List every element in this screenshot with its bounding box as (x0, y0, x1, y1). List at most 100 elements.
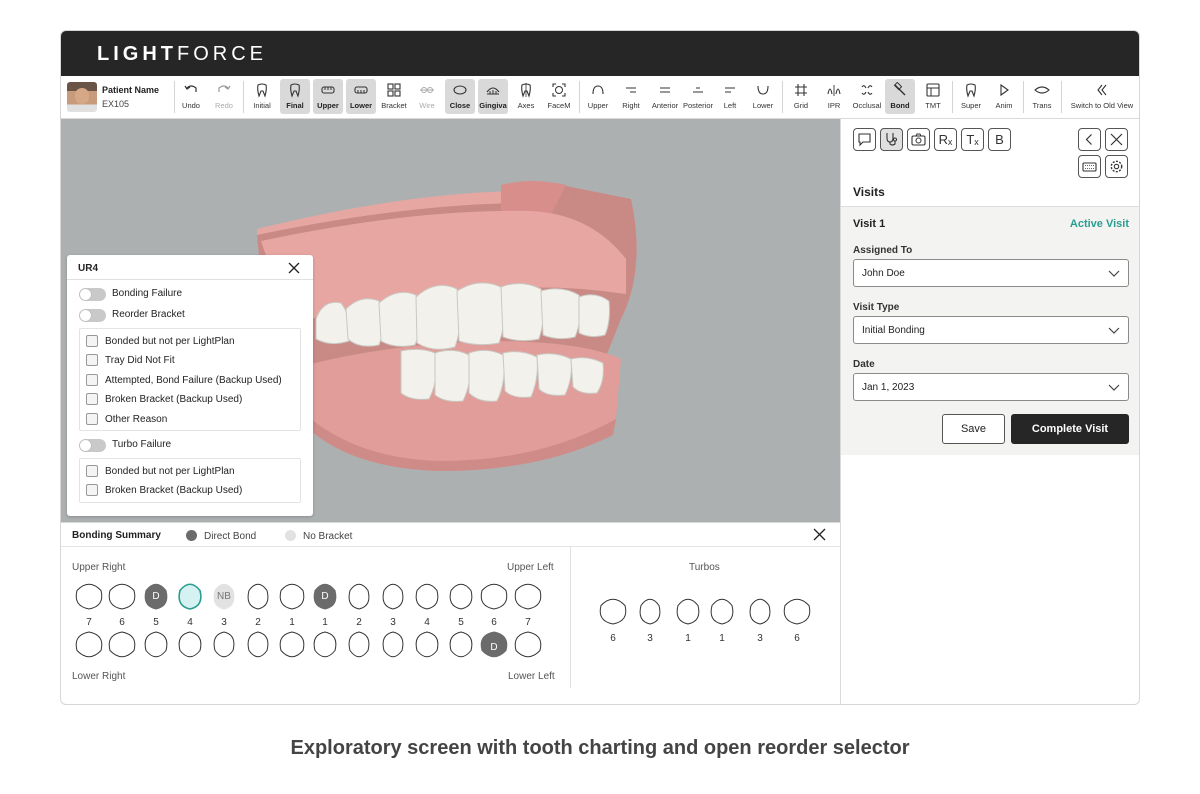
upper-tooth[interactable] (381, 580, 405, 610)
clinical-tab[interactable] (880, 128, 903, 151)
lower-tooth[interactable] (74, 631, 104, 661)
date-select[interactable]: Jan 1, 2023 (853, 373, 1129, 401)
view-right-button[interactable]: Right (616, 79, 646, 114)
lower-tooth[interactable] (347, 631, 371, 661)
super-button[interactable]: Super (956, 79, 986, 114)
grid-button[interactable]: Grid (786, 79, 816, 114)
undo-button[interactable]: Undo (177, 79, 205, 114)
turbo-tooth[interactable] (638, 595, 662, 625)
b-tab[interactable]: B (988, 128, 1011, 151)
lower-tooth[interactable] (278, 631, 306, 661)
visit-type-select[interactable]: Initial Bonding (853, 316, 1129, 344)
upper-tooth[interactable] (107, 580, 137, 610)
turbo-reason-checkbox[interactable]: Bonded but not per LightPlan (86, 465, 296, 479)
upper-tooth[interactable]: NB (212, 580, 236, 610)
turbo-failure-toggle-row[interactable]: Turbo Failure (79, 437, 279, 453)
tx-tab[interactable]: Tₓ (961, 128, 984, 151)
tmt-button[interactable]: TMT (918, 79, 948, 114)
facem-button[interactable]: FaceM (544, 79, 574, 114)
lower-tooth[interactable] (246, 631, 270, 661)
turbo-failure-switch[interactable] (79, 439, 106, 452)
turbo-tooth[interactable] (709, 595, 735, 625)
reorder-reason-checkbox[interactable]: Other Reason (86, 413, 296, 427)
chevron-down-icon (1108, 327, 1120, 334)
upper-tooth[interactable] (414, 580, 440, 610)
redo-button[interactable]: Redo (210, 79, 238, 114)
gingiva-button[interactable]: Gingiva (478, 79, 508, 114)
toolbar-divider (579, 81, 580, 113)
axes-button[interactable]: Axes (511, 79, 541, 114)
anim-button[interactable]: Anim (989, 79, 1019, 114)
close-icon[interactable] (813, 528, 826, 541)
turbo-tooth[interactable] (748, 595, 772, 625)
trans-button[interactable]: Trans (1027, 79, 1057, 114)
tmt-icon (926, 83, 940, 97)
view-posterior-button[interactable]: Posterior (681, 79, 715, 114)
lower-tooth[interactable] (513, 631, 543, 661)
final-button[interactable]: Final (280, 79, 310, 114)
bracket-button[interactable]: Bracket (379, 79, 409, 114)
wire-button[interactable]: Wire (412, 79, 442, 114)
view-left-button[interactable]: Left (716, 79, 744, 114)
upper-tooth[interactable] (448, 580, 474, 610)
patient-info[interactable]: Patient Name EX105 (67, 81, 171, 114)
upper-tooth[interactable] (479, 580, 509, 610)
lower-tooth[interactable] (107, 631, 137, 661)
3d-model-viewport[interactable]: UR4 Bonding Failure Reorder Bracket Bond… (61, 119, 840, 522)
close-button[interactable]: Close (445, 79, 475, 114)
turbo-tooth[interactable] (782, 595, 812, 625)
ipr-button[interactable]: IPR (819, 79, 849, 114)
upper-button[interactable]: Upper (313, 79, 343, 114)
bond-button[interactable]: Bond (885, 79, 915, 114)
bonding-failure-toggle-row[interactable]: Bonding Failure (79, 286, 279, 302)
lower-tooth[interactable] (212, 631, 236, 661)
upper-tooth[interactable]: D (312, 580, 338, 610)
switch-old-view-button[interactable]: Switch to Old View (1067, 79, 1137, 114)
bonding-failure-switch[interactable] (79, 288, 106, 301)
turbo-reason-checkbox[interactable]: Broken Bracket (Backup Used) (86, 484, 296, 498)
complete-visit-button[interactable]: Complete Visit (1011, 414, 1129, 444)
collapse-button[interactable] (1078, 128, 1101, 151)
lower-tooth[interactable] (143, 631, 169, 661)
reorder-reason-checkbox[interactable]: Broken Bracket (Backup Used) (86, 393, 296, 407)
view-lower-button[interactable]: Lower (748, 79, 778, 114)
reorder-reason-checkbox[interactable]: Bonded but not per LightPlan (86, 335, 296, 349)
turbo-tooth[interactable] (675, 595, 701, 625)
upper-tooth[interactable] (246, 580, 270, 610)
tooth-number: 6 (491, 617, 497, 628)
keyboard-button[interactable] (1078, 155, 1101, 178)
lower-tooth[interactable] (312, 631, 338, 661)
close-icon[interactable] (287, 261, 301, 275)
bond-tool-icon (893, 82, 906, 96)
reorder-reason-checkbox[interactable]: Attempted, Bond Failure (Backup Used) (86, 374, 296, 388)
reorder-bracket-switch[interactable] (79, 309, 106, 322)
lower-tooth[interactable] (414, 631, 440, 661)
upper-tooth[interactable] (278, 580, 306, 610)
lower-button[interactable]: Lower (346, 79, 376, 114)
upper-tooth[interactable]: D (143, 580, 169, 610)
close-panel-button[interactable] (1105, 128, 1128, 151)
view-anterior-button[interactable]: Anterior (649, 79, 681, 114)
lower-tooth[interactable] (381, 631, 405, 661)
view-upper-button[interactable]: Upper (583, 79, 613, 114)
turbo-tooth[interactable] (598, 595, 628, 625)
upper-tooth[interactable] (513, 580, 543, 610)
upper-tooth[interactable] (74, 580, 104, 610)
date-label: Date (853, 359, 875, 370)
upper-tooth[interactable] (347, 580, 371, 610)
occlusal-button[interactable]: Occlusal (851, 79, 883, 114)
comment-tab[interactable] (853, 128, 876, 151)
reorder-reason-checkbox[interactable]: Tray Did Not Fit (86, 354, 296, 368)
rx-tab[interactable]: Rₓ (934, 128, 957, 151)
lower-tooth[interactable] (448, 631, 474, 661)
reorder-bracket-toggle-row[interactable]: Reorder Bracket (79, 307, 279, 323)
save-button[interactable]: Save (942, 414, 1005, 444)
settings-button[interactable] (1105, 155, 1128, 178)
initial-button[interactable]: Initial (247, 79, 277, 114)
title-bar: LIGHTFORCE (61, 31, 1139, 76)
lower-tooth[interactable] (177, 631, 203, 661)
assigned-to-select[interactable]: John Doe (853, 259, 1129, 287)
photo-tab[interactable] (907, 128, 930, 151)
lower-tooth[interactable]: D (479, 631, 509, 661)
upper-tooth[interactable] (177, 580, 203, 610)
